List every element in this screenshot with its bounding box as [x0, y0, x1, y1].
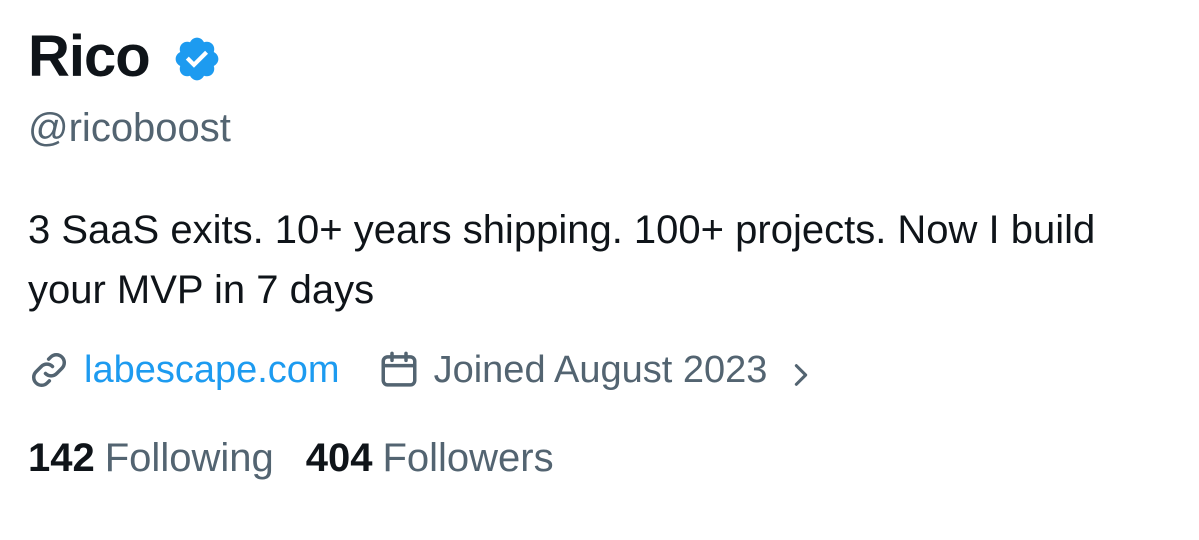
joined-date: Joined August 2023: [433, 348, 768, 391]
follow-stats: 142 Following 404 Followers: [28, 428, 1169, 488]
joined-item[interactable]: Joined August 2023: [378, 349, 816, 392]
profile-bio: 3 SaaS exits. 10+ years shipping. 100+ p…: [28, 208, 1096, 312]
display-name: Rico: [28, 24, 151, 89]
following-count: 142: [28, 435, 95, 480]
profile-meta: labescape.com Joined August 2023: [28, 342, 1169, 398]
name-row: Rico: [28, 22, 1169, 92]
following-link[interactable]: 142 Following: [28, 436, 274, 481]
website-item: labescape.com: [28, 349, 340, 392]
calendar-icon: [378, 349, 420, 391]
chevron-right-icon[interactable]: [787, 356, 815, 386]
user-handle: @ricoboost: [28, 106, 231, 150]
following-label: Following: [104, 435, 274, 480]
followers-count: 404: [305, 435, 373, 480]
verified-badge-icon[interactable]: [172, 34, 222, 84]
followers-link[interactable]: 404 Followers: [306, 436, 554, 481]
profile-header: Rico @ricoboost 3 SaaS exits. 10+ years …: [0, 0, 1199, 540]
link-icon: [28, 349, 70, 391]
website-link[interactable]: labescape.com: [84, 349, 340, 392]
followers-label: Followers: [382, 435, 554, 480]
